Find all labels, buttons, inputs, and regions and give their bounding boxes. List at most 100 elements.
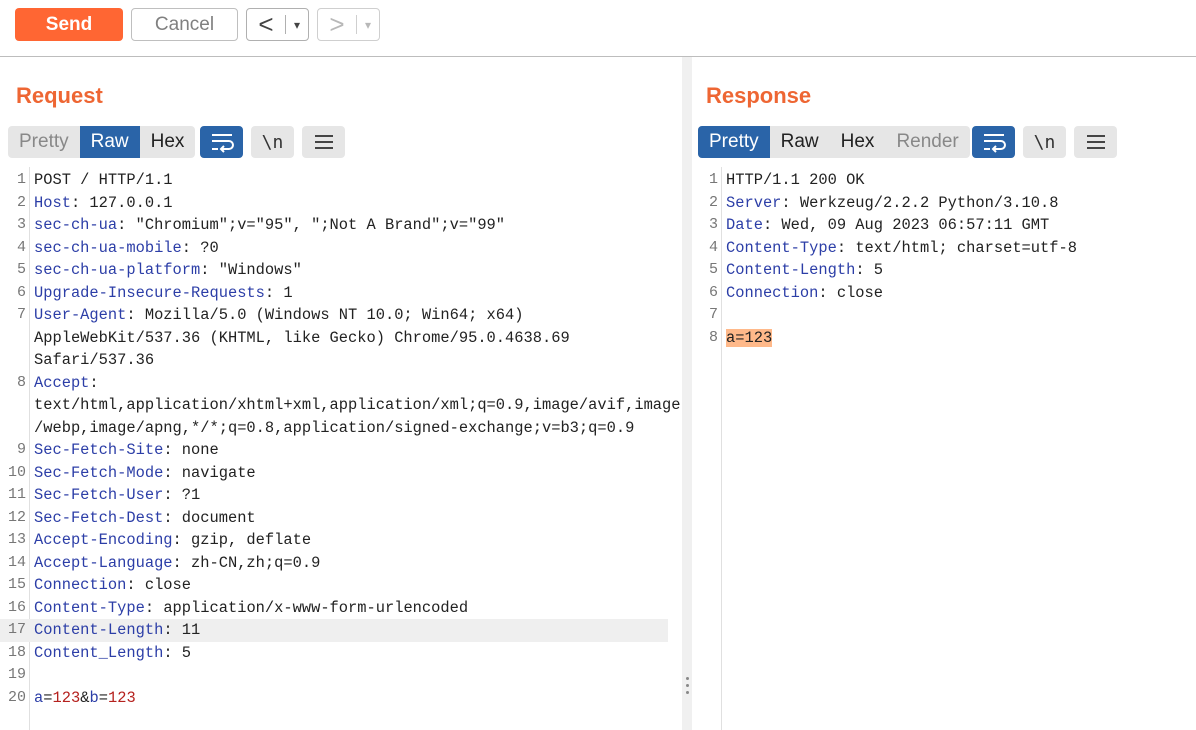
request-title: Request (16, 83, 103, 108)
response-newline-toggle[interactable]: \n (1023, 126, 1066, 158)
forward-history-button[interactable]: > ▾ (317, 8, 380, 41)
request-code: 1 POST / HTTP/1.1 2 Host: 127.0.0.1 3 sec-ch-… (0, 169, 681, 709)
line-number (0, 327, 26, 350)
response-view-tabs: Pretty Raw Hex Render (698, 126, 970, 158)
request-tab-hex[interactable]: Hex (140, 126, 196, 158)
splitter-handle-icon[interactable] (686, 677, 689, 698)
line-number: 6 (16, 283, 26, 301)
request-menu-button[interactable] (302, 126, 345, 158)
code-token: = (98, 688, 108, 707)
request-code-line: 13 Accept-Encoding: gzip, deflate (0, 529, 681, 552)
request-pane: Request Pretty Raw Hex \n 1 POST / HTTP/1… (0, 57, 682, 730)
request-code-line: /webp,image/apng,*/*;q=0.8,application/s… (0, 417, 681, 440)
response-menu-button[interactable] (1074, 126, 1117, 158)
send-button[interactable]: Send (15, 8, 123, 41)
code-token: : 1 (264, 283, 293, 302)
request-code-line: 18 Content_Length: 5 (0, 642, 681, 665)
word-wrap-icon (983, 134, 1006, 153)
line-content: Content-Length: 11 (34, 619, 200, 642)
line-content: Sec-Fetch-Site: none (34, 439, 219, 462)
request-tab-raw[interactable]: Raw (79, 126, 140, 158)
header-name: Date (726, 216, 763, 234)
back-arrow-icon[interactable]: < (247, 9, 285, 40)
request-code-line: 20 a=123&b=123 (0, 687, 681, 710)
response-pane: Response Pretty Raw Hex Render \n 1 HTTP/… (692, 57, 1196, 730)
line-number: 18 (7, 643, 26, 661)
response-tab-hex[interactable]: Hex (830, 126, 886, 158)
header-name: sec-ch-ua-mobile (34, 238, 182, 257)
line-number: 4 (16, 238, 26, 256)
request-code-line: 3 sec-ch-ua: "Chromium";v="95", ";Not A B… (0, 214, 681, 237)
header-name: Sec-Fetch-Mode (34, 463, 164, 482)
response-wrap-toggle[interactable] (972, 126, 1015, 158)
line-content: Sec-Fetch-User: ?1 (34, 484, 200, 507)
line-number: 11 (7, 486, 26, 503)
back-dropdown-icon[interactable]: ▾ (285, 15, 308, 34)
code-token: b (89, 688, 99, 707)
code-token: : "Windows" (200, 261, 302, 279)
header-name: Content_Length (34, 643, 164, 662)
line-content: Sec-Fetch-Mode: navigate (34, 462, 256, 485)
line-content: sec-ch-ua-mobile: ?0 (34, 237, 219, 260)
request-code-line: Safari/537.36 (0, 349, 681, 372)
newline-icon: \n (261, 131, 284, 153)
newline-icon: \n (1033, 131, 1056, 153)
request-code-line: 1 POST / HTTP/1.1 (0, 169, 681, 192)
response-code-line: 8 a=123 (692, 327, 1077, 350)
line-number: 8 (708, 328, 718, 346)
hamburger-menu-icon (314, 135, 333, 149)
line-number: 14 (7, 553, 26, 571)
line-number: 9 (16, 441, 26, 458)
line-number: 20 (7, 688, 26, 706)
response-code: 1 HTTP/1.1 200 OK 2 Server: Werkzeug/2.2.2 … (692, 169, 1077, 349)
forward-arrow-icon[interactable]: > (318, 9, 356, 40)
code-token: : application/x-www-form-urlencoded (144, 598, 469, 617)
line-number: 7 (708, 306, 718, 323)
response-tab-render[interactable]: Render (885, 126, 969, 158)
line-content: Upgrade-Insecure-Requests: 1 (34, 282, 293, 305)
header-name: Upgrade-Insecure-Requests (34, 283, 265, 302)
header-name: Content-Type (34, 598, 145, 617)
forward-dropdown-icon[interactable]: ▾ (356, 15, 379, 34)
request-code-line: 16 Content-Type: application/x-www-form-u… (0, 597, 681, 620)
code-token: : zh-CN,zh;q=0.9 (172, 553, 321, 572)
response-code-line: 3 Date: Wed, 09 Aug 2023 06:57:11 GMT (692, 214, 1077, 237)
response-code-line: 4 Content-Type: text/html; charset=utf-8 (692, 237, 1077, 260)
code-token: : none (163, 441, 219, 459)
response-editor[interactable]: 1 HTTP/1.1 200 OK 2 Server: Werkzeug/2.2.2 … (692, 167, 1196, 730)
cancel-button[interactable]: Cancel (131, 8, 238, 41)
request-code-line: 10 Sec-Fetch-Mode: navigate (0, 462, 681, 485)
request-code-line: 17 Content-Length: 11 (0, 619, 668, 642)
response-tab-raw[interactable]: Raw (770, 126, 830, 158)
line-number: 5 (708, 261, 718, 278)
header-name: Accept-Encoding (34, 531, 173, 549)
line-number: 4 (708, 238, 718, 256)
code-token: : 11 (163, 621, 201, 639)
request-code-line: 8 Accept: (0, 372, 681, 395)
line-number: 6 (708, 283, 718, 301)
code-token: : text/html; charset=utf-8 (836, 238, 1077, 257)
response-tab-pretty[interactable]: Pretty (698, 126, 770, 158)
request-editor[interactable]: 1 POST / HTTP/1.1 2 Host: 127.0.0.1 3 sec-ch-… (0, 167, 682, 730)
request-wrap-toggle[interactable] (200, 126, 243, 158)
code-token: text/html,application/xhtml+xml,applicat… (34, 396, 681, 414)
code-token: a (34, 688, 44, 707)
line-number: 17 (7, 621, 26, 638)
request-tab-pretty[interactable]: Pretty (8, 126, 80, 158)
header-name: Connection (726, 283, 819, 302)
header-name: Host (34, 193, 71, 212)
request-view-tabs: Pretty Raw Hex (8, 126, 196, 158)
back-history-button[interactable]: < ▾ (246, 8, 309, 41)
request-code-line: 9 Sec-Fetch-Site: none (0, 439, 681, 462)
code-token: : 127.0.0.1 (70, 193, 173, 212)
code-token: = (43, 688, 53, 707)
code-token: : navigate (163, 463, 256, 482)
header-name: Connection (34, 576, 127, 594)
request-newline-toggle[interactable]: \n (251, 126, 294, 158)
line-content: Accept: (34, 372, 99, 395)
line-content: AppleWebKit/537.36 (KHTML, like Gecko) C… (34, 327, 570, 350)
code-token: : close (126, 576, 192, 594)
pane-splitter[interactable] (682, 57, 692, 730)
request-code-line: 19 (0, 664, 681, 687)
line-number: 19 (7, 666, 26, 683)
